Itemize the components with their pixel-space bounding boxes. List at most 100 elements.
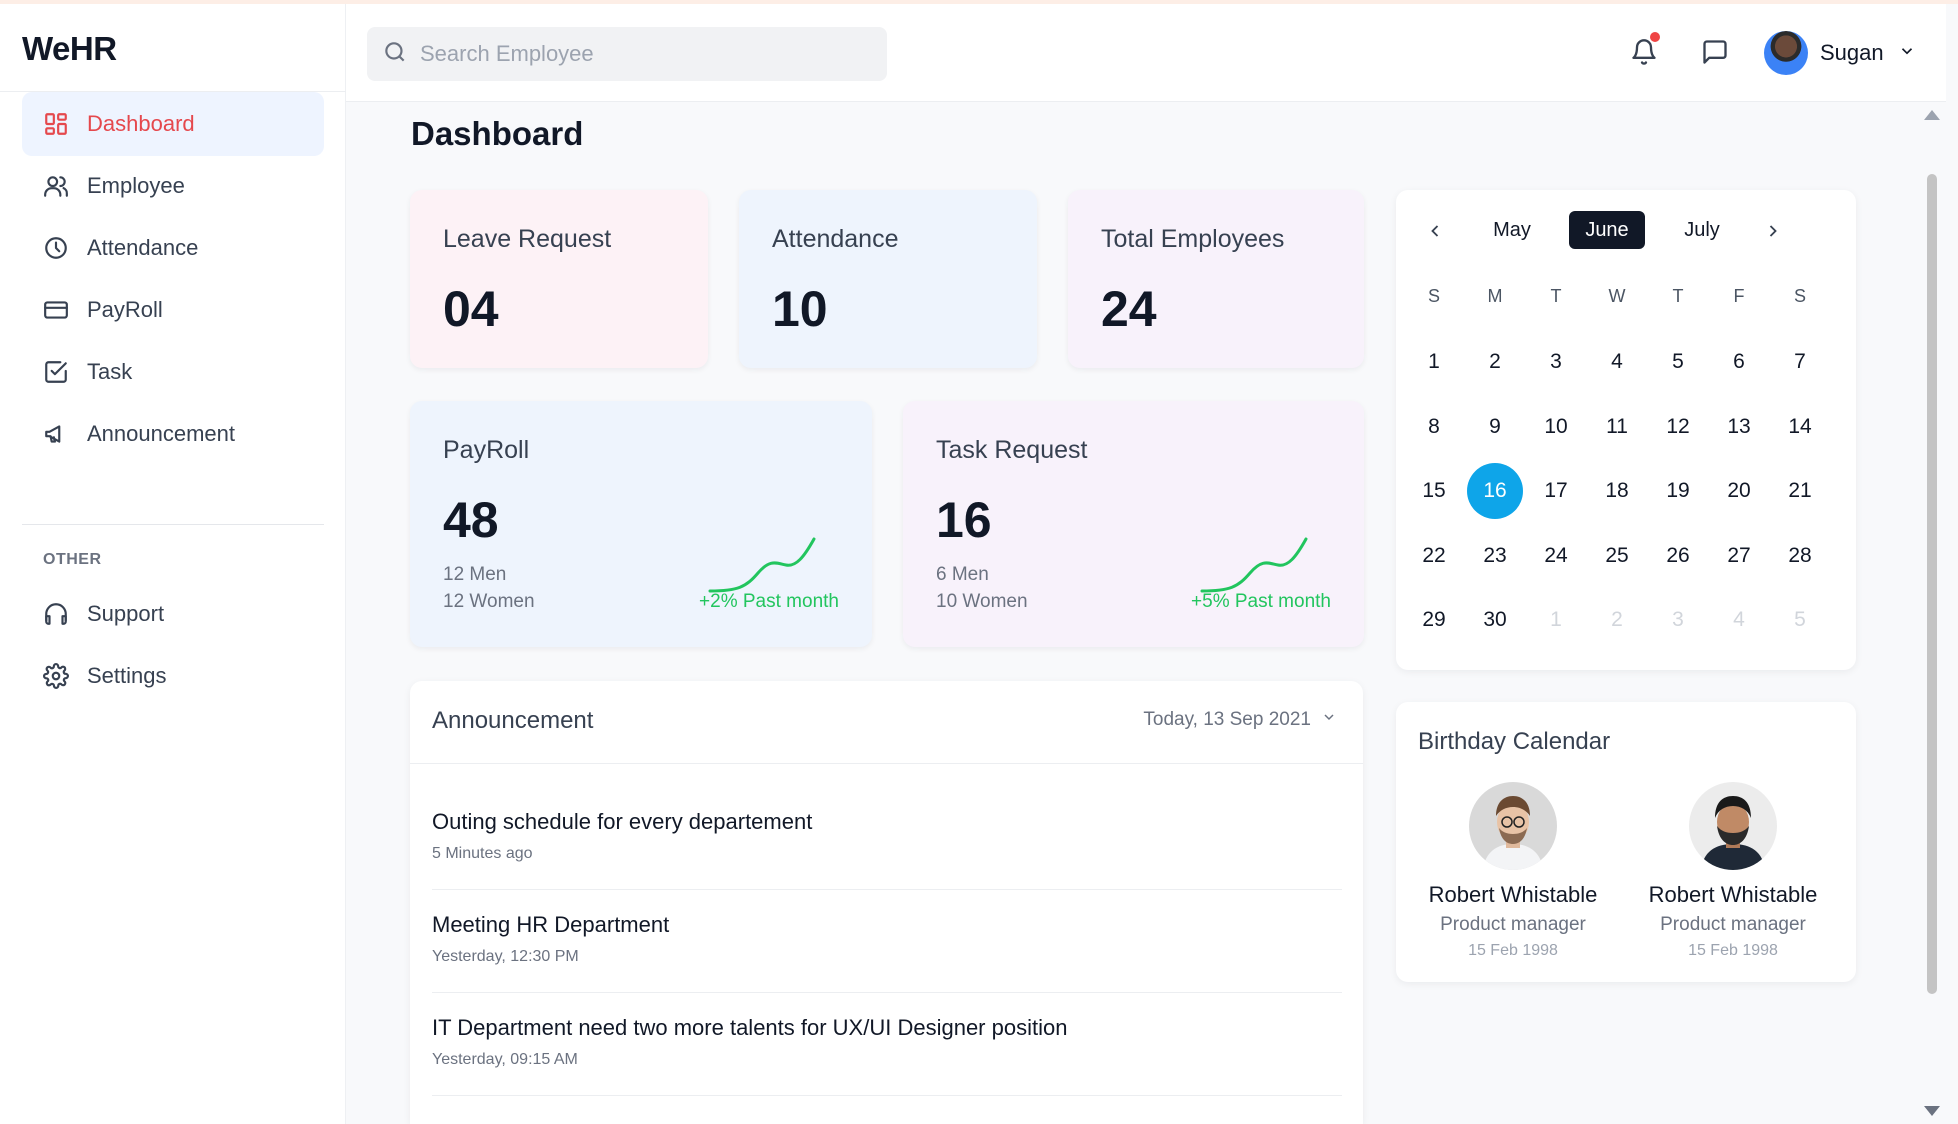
- person-name: Robert Whistable: [1428, 882, 1598, 907]
- weekday-label: F: [1733, 286, 1745, 306]
- calendar-day[interactable]: 8: [1406, 399, 1462, 455]
- calendar-day[interactable]: 25: [1589, 528, 1645, 584]
- sidebar-item-label: Task: [87, 359, 133, 384]
- calendar-day[interactable]: 15: [1406, 463, 1462, 519]
- calendar-day[interactable]: 26: [1650, 528, 1706, 584]
- next-month-button[interactable]: [1758, 218, 1788, 248]
- women-count: 10 Women: [936, 591, 1028, 612]
- total-employees-card[interactable]: Total Employees 24: [1068, 190, 1364, 368]
- sidebar-item-announcement[interactable]: Announcement: [22, 402, 324, 466]
- calendar-day[interactable]: 11: [1589, 399, 1645, 455]
- calendar-day[interactable]: 1: [1406, 334, 1462, 390]
- item-divider: [432, 889, 1342, 890]
- calendar-day-outside-month[interactable]: 4: [1711, 592, 1767, 648]
- calendar-day[interactable]: 14: [1772, 399, 1828, 455]
- date-filter-dropdown[interactable]: Today, 13 Sep 2021: [1143, 709, 1337, 731]
- month-june-selected[interactable]: June: [1569, 211, 1645, 249]
- messages-button[interactable]: [1701, 38, 1733, 70]
- calendar-day[interactable]: 23: [1467, 528, 1523, 584]
- calendar-day[interactable]: 2: [1467, 334, 1523, 390]
- payroll-card[interactable]: PayRoll 48 12 Men 12 Women +2% Past mont…: [410, 401, 872, 647]
- calendar-day[interactable]: 10: [1528, 399, 1584, 455]
- card-value: 48: [443, 492, 499, 548]
- calendar-day[interactable]: 4: [1589, 334, 1645, 390]
- calendar-day[interactable]: 30: [1467, 592, 1523, 648]
- weekday-label: W: [1608, 286, 1626, 306]
- card-value: 24: [1101, 281, 1157, 337]
- calendar-day[interactable]: 24: [1528, 528, 1584, 584]
- calendar-day-outside-month[interactable]: 2: [1589, 592, 1645, 648]
- calendar-day-selected[interactable]: 16: [1467, 463, 1523, 519]
- sidebar-section-label: OTHER: [43, 551, 102, 568]
- calendar-day[interactable]: 5: [1650, 334, 1706, 390]
- month-may[interactable]: May: [1476, 211, 1548, 249]
- calendar-day[interactable]: 27: [1711, 528, 1767, 584]
- trend-sparkline: [1200, 537, 1308, 593]
- checkbox-icon: [42, 358, 70, 386]
- calendar-widget: May June July S M T W T F S 1 2 3 4 5 6 7 8 9 10 11 12 13 14…: [1396, 190, 1856, 670]
- calendar-day[interactable]: 7: [1772, 334, 1828, 390]
- announcement-item[interactable]: Outing schedule for every departement 5 …: [432, 809, 1342, 863]
- scroll-down-arrow-icon[interactable]: [1924, 1106, 1940, 1116]
- calendar-day[interactable]: 20: [1711, 463, 1767, 519]
- search-box[interactable]: [367, 27, 887, 81]
- birthday-person[interactable]: Robert Whistable Product manager 15 Feb …: [1628, 782, 1838, 960]
- bell-icon: [1630, 39, 1658, 70]
- megaphone-icon: [42, 420, 70, 448]
- panel-title: Announcement: [432, 707, 594, 734]
- user-menu[interactable]: Sugan: [1764, 30, 1916, 76]
- notification-button[interactable]: [1630, 32, 1662, 70]
- calendar-day[interactable]: 22: [1406, 528, 1462, 584]
- sidebar-item-attendance[interactable]: Attendance: [22, 216, 324, 280]
- sidebar-item-employee[interactable]: Employee: [22, 154, 324, 218]
- chevron-left-icon: [1425, 221, 1445, 246]
- page-title: Dashboard: [411, 115, 584, 152]
- calendar-day[interactable]: 17: [1528, 463, 1584, 519]
- calendar-day[interactable]: 29: [1406, 592, 1462, 648]
- sidebar-item-label: Attendance: [87, 235, 199, 260]
- sidebar-item-dashboard[interactable]: Dashboard: [22, 92, 324, 156]
- attendance-card[interactable]: Attendance 10: [739, 190, 1037, 368]
- announcement-title: Meeting HR Department: [432, 912, 670, 937]
- scrollbar[interactable]: [1920, 102, 1958, 1124]
- announcement-item[interactable]: Meeting HR Department Yesterday, 12:30 P…: [432, 912, 1342, 966]
- prev-month-button[interactable]: [1420, 218, 1450, 248]
- calendar-day[interactable]: 21: [1772, 463, 1828, 519]
- search-input[interactable]: [420, 41, 860, 67]
- calendar-day[interactable]: 3: [1528, 334, 1584, 390]
- men-count: 6 Men: [936, 564, 989, 585]
- item-divider: [432, 992, 1342, 993]
- calendar-day-outside-month[interactable]: 1: [1528, 592, 1584, 648]
- calendar-day-outside-month[interactable]: 3: [1650, 592, 1706, 648]
- calendar-day[interactable]: 6: [1711, 334, 1767, 390]
- sidebar-item-payroll[interactable]: PayRoll: [22, 278, 324, 342]
- calendar-day-outside-month[interactable]: 5: [1772, 592, 1828, 648]
- card-title: PayRoll: [443, 436, 530, 464]
- birthday-person[interactable]: Robert Whistable Product manager 15 Feb …: [1408, 782, 1618, 960]
- app-logo[interactable]: WeHR: [22, 30, 117, 68]
- card-title: Leave Request: [443, 225, 612, 253]
- sidebar-item-support[interactable]: Support: [22, 582, 324, 646]
- calendar-day[interactable]: 13: [1711, 399, 1767, 455]
- leave-request-card[interactable]: Leave Request 04: [410, 190, 708, 368]
- calendar-day[interactable]: 9: [1467, 399, 1523, 455]
- announcement-item[interactable]: IT Department need two more talents for …: [432, 1015, 1342, 1069]
- sidebar-item-settings[interactable]: Settings: [22, 644, 324, 708]
- scroll-up-arrow-icon[interactable]: [1924, 110, 1940, 120]
- chevron-down-icon: [1311, 709, 1337, 731]
- calendar-day[interactable]: 28: [1772, 528, 1828, 584]
- sidebar-item-task[interactable]: Task: [22, 340, 324, 404]
- calendar-day[interactable]: 12: [1650, 399, 1706, 455]
- trend-text: +5% Past month: [1191, 591, 1331, 612]
- scrollbar-thumb[interactable]: [1927, 174, 1937, 994]
- card-value: 04: [443, 281, 499, 337]
- calendar-day[interactable]: 19: [1650, 463, 1706, 519]
- person-role: Product manager: [1660, 914, 1806, 935]
- chevron-right-icon: [1763, 221, 1783, 246]
- month-july[interactable]: July: [1666, 211, 1738, 249]
- task-request-card[interactable]: Task Request 16 6 Men 10 Women +5% Past …: [903, 401, 1364, 647]
- calendar-day[interactable]: 18: [1589, 463, 1645, 519]
- card-title: Total Employees: [1101, 225, 1285, 253]
- chevron-down-icon: [1884, 42, 1916, 65]
- announcement-time: 5 Minutes ago: [432, 845, 533, 862]
